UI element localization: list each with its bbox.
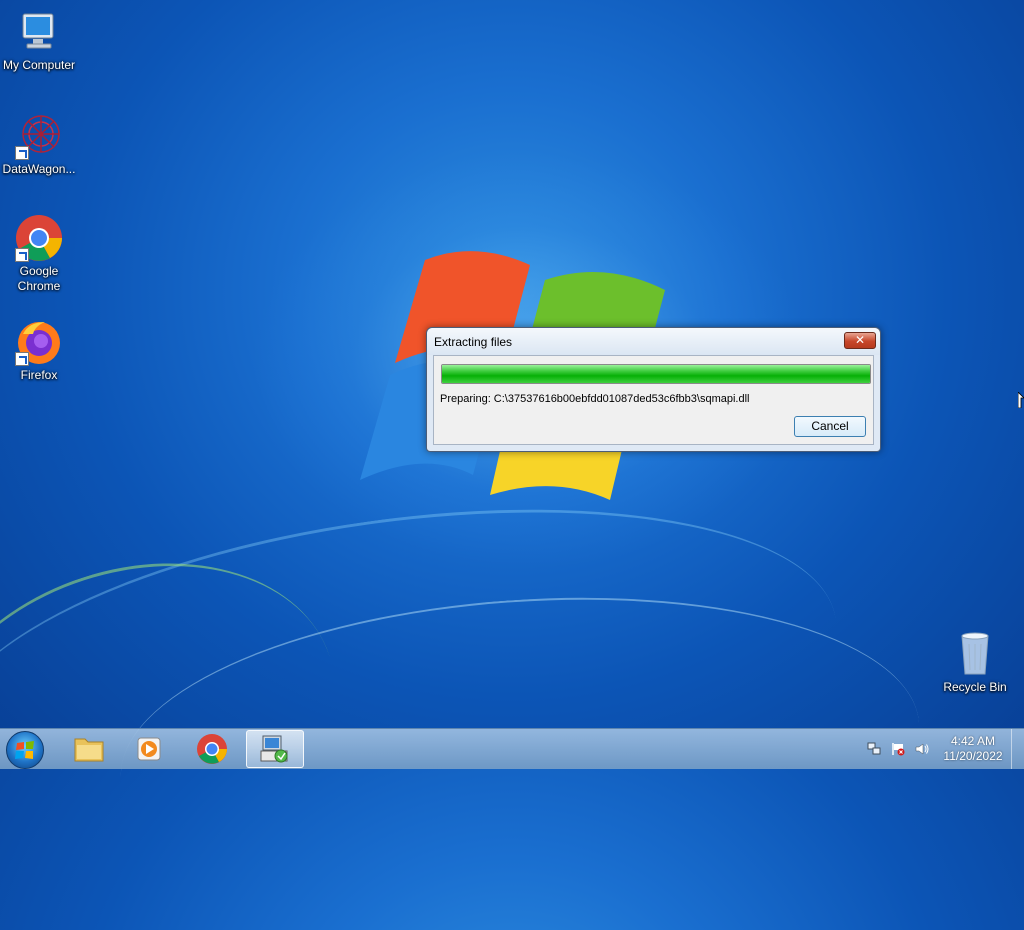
- windows-logo-icon: [15, 741, 34, 759]
- shortcut-arrow-icon: [15, 248, 29, 262]
- close-icon: ✕: [854, 333, 866, 347]
- firefox-icon: [15, 318, 63, 366]
- desktop-icon-label: DataWagon...: [2, 162, 76, 176]
- computer-icon: [15, 8, 63, 56]
- folder-icon: [74, 738, 104, 762]
- network-icon[interactable]: [867, 742, 881, 756]
- desktop-icon-recycle-bin[interactable]: Recycle Bin: [937, 630, 1013, 695]
- desktop-icon-label: Recycle Bin: [943, 680, 1007, 694]
- cancel-button[interactable]: Cancel: [794, 416, 866, 437]
- clock-date: 11/20/2022: [943, 749, 1003, 763]
- taskbar-item-installer[interactable]: [246, 730, 304, 768]
- desktop-icon-my-computer[interactable]: My Computer: [1, 8, 77, 73]
- desktop-icon-firefox[interactable]: Firefox: [1, 318, 77, 383]
- desktop-icon-google-chrome[interactable]: Google Chrome: [1, 214, 77, 294]
- taskbar: 4:42 AM 11/20/2022: [0, 728, 1024, 769]
- action-center-icon[interactable]: [891, 742, 905, 756]
- taskbar-item-chrome[interactable]: [183, 730, 241, 768]
- start-button[interactable]: [6, 731, 44, 769]
- desktop-icon-label: Google Chrome: [17, 264, 61, 293]
- desktop-icon-label: Firefox: [20, 368, 58, 382]
- recycle-bin-icon: [951, 630, 999, 678]
- taskbar-item-media-player[interactable]: [120, 730, 178, 768]
- chrome-icon: [197, 734, 227, 764]
- dialog-title: Extracting files: [434, 335, 513, 349]
- desktop-icon-label: My Computer: [2, 58, 76, 72]
- progress-bar-fill: [442, 365, 870, 383]
- status-text: Preparing: C:\37537616b00ebfdd01087ded53…: [440, 393, 750, 405]
- volume-icon[interactable]: [915, 742, 929, 756]
- desktop-icon-datawagon[interactable]: DataWagon...: [1, 112, 77, 177]
- progress-bar: [441, 364, 871, 384]
- extracting-files-dialog: Extracting files ✕ Preparing: C:\3753761…: [426, 327, 881, 452]
- mouse-cursor-icon: [1018, 392, 1024, 408]
- close-button[interactable]: ✕: [844, 332, 876, 349]
- shortcut-arrow-icon: [15, 146, 29, 160]
- clock-time: 4:42 AM: [950, 734, 996, 748]
- shortcut-arrow-icon: [15, 352, 29, 366]
- chrome-icon: [15, 214, 63, 262]
- media-player-icon: [137, 737, 161, 761]
- taskbar-clock[interactable]: 4:42 AM 11/20/2022: [938, 734, 1008, 764]
- dialog-titlebar[interactable]: Extracting files ✕: [427, 328, 880, 355]
- taskbar-item-file-explorer[interactable]: [60, 730, 118, 768]
- datawagon-icon: [15, 112, 63, 160]
- installer-icon: [260, 735, 288, 763]
- show-desktop-button[interactable]: [1011, 729, 1024, 769]
- dialog-body: Preparing: C:\37537616b00ebfdd01087ded53…: [433, 355, 874, 445]
